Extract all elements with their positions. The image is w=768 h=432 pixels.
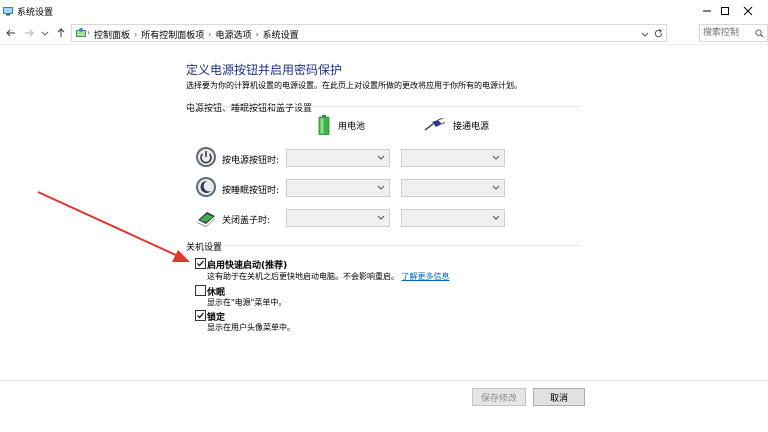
arrow-up-icon — [57, 28, 65, 37]
sleep-button-label: 按睡眠按钮时: — [222, 186, 280, 196]
page-title: 定义电源按钮并启用密码保护 — [186, 63, 343, 77]
breadcrumb-item[interactable]: 电源选项 — [215, 28, 251, 41]
sleep-button-ac-select[interactable] — [401, 179, 505, 197]
power-plug-icon — [424, 118, 445, 131]
chevron-down-icon — [492, 155, 500, 160]
search-icon[interactable] — [755, 29, 764, 38]
save-changes-button[interactable]: 保存修改 — [472, 388, 526, 406]
column-label-battery: 用电池 — [338, 121, 366, 132]
power-button-battery-select[interactable] — [286, 149, 390, 167]
recent-locations-button[interactable] — [38, 26, 52, 40]
learn-more-link[interactable]: 了解更多信息 — [402, 272, 450, 281]
section-divider — [224, 245, 580, 246]
close-button[interactable] — [728, 0, 768, 22]
power-buttons-section-label: 电源按钮、睡眠按钮和盖子设置 — [186, 104, 313, 114]
hibernate-checkbox[interactable] — [195, 285, 206, 296]
search-input[interactable] — [703, 27, 753, 39]
lid-close-label: 关闭盖子时: — [222, 216, 271, 226]
lid-close-ac-select[interactable] — [401, 209, 505, 227]
close-icon — [743, 6, 753, 16]
footer-divider — [0, 380, 768, 381]
fast-startup-description: 这有助于在关机之后更快地启动电脑。不会影响重启。 了解更多信息 — [207, 271, 450, 282]
chevron-down-icon — [492, 185, 500, 190]
breadcrumb-separator-icon: › — [87, 28, 91, 37]
search-box[interactable] — [699, 24, 768, 42]
lock-description: 显示在用户头像菜单中。 — [207, 323, 295, 332]
column-label-plugged-in: 接通电源 — [453, 121, 490, 132]
cancel-button[interactable]: 取消 — [533, 388, 585, 406]
chevron-down-icon — [377, 185, 385, 190]
arrow-right-icon — [25, 29, 34, 37]
chevron-down-icon — [377, 155, 385, 160]
refresh-icon[interactable] — [653, 28, 664, 39]
battery-icon — [318, 115, 330, 135]
breadcrumb-separator-icon[interactable]: › — [208, 30, 211, 39]
breadcrumb-separator-icon[interactable]: › — [134, 30, 137, 39]
checkmark-icon — [197, 260, 204, 267]
section-divider — [186, 106, 580, 107]
shutdown-section-label: 关机设置 — [186, 243, 223, 253]
lock-checkbox[interactable] — [195, 310, 206, 321]
breadcrumb-item[interactable]: 系统设置 — [263, 28, 299, 41]
hibernate-description: 显示在"电源"菜单中。 — [207, 298, 287, 307]
breadcrumb-item[interactable]: 控制面板 — [94, 28, 130, 41]
control-panel-icon — [76, 28, 86, 37]
title-bar: 系统设置 — [0, 0, 768, 22]
window-title: 系统设置 — [17, 8, 54, 18]
checkmark-icon — [197, 312, 204, 319]
power-button-ac-select[interactable] — [401, 149, 505, 167]
breadcrumb-item[interactable]: 所有控制面板项 — [141, 28, 204, 41]
breadcrumb-separator-icon[interactable]: › — [255, 30, 258, 39]
up-button[interactable] — [54, 26, 68, 40]
arrow-left-icon — [6, 29, 15, 37]
address-dropdown-icon[interactable] — [640, 29, 650, 39]
fast-startup-description-text: 这有助于在关机之后更快地启动电脑。不会影响重启。 — [207, 272, 399, 281]
breadcrumb: 控制面板 › 所有控制面板项 › 电源选项 › 系统设置 — [94, 28, 299, 41]
column-header-plugged-in: 接通电源 — [423, 118, 489, 132]
chevron-down-icon — [41, 31, 49, 36]
fast-startup-checkbox[interactable] — [195, 258, 206, 269]
lid-close-battery-select[interactable] — [286, 209, 390, 227]
sleep-icon — [196, 177, 216, 197]
page-description: 选择要为你的计算机设置的电源设置。在此页上对设置所做的更改将应用于你所有的电源计… — [186, 81, 522, 90]
toolbar-divider — [0, 44, 768, 45]
chevron-down-icon — [377, 215, 385, 220]
power-options-icon — [3, 7, 13, 16]
fast-startup-label[interactable]: 启用快速启动(推荐) — [207, 258, 287, 271]
navigation-bar: › 控制面板 › 所有控制面板项 › 电源选项 › 系统设置 — [0, 22, 768, 44]
power-button-label: 按电源按钮时: — [222, 156, 280, 166]
chevron-down-icon — [492, 215, 500, 220]
sleep-button-battery-select[interactable] — [286, 179, 390, 197]
column-header-battery: 用电池 — [318, 115, 365, 135]
laptop-lid-icon — [197, 212, 215, 227]
forward-button[interactable] — [22, 26, 36, 40]
address-bar[interactable]: › 控制面板 › 所有控制面板项 › 电源选项 › 系统设置 — [71, 24, 667, 42]
back-button[interactable] — [4, 26, 18, 40]
power-icon — [196, 147, 216, 167]
